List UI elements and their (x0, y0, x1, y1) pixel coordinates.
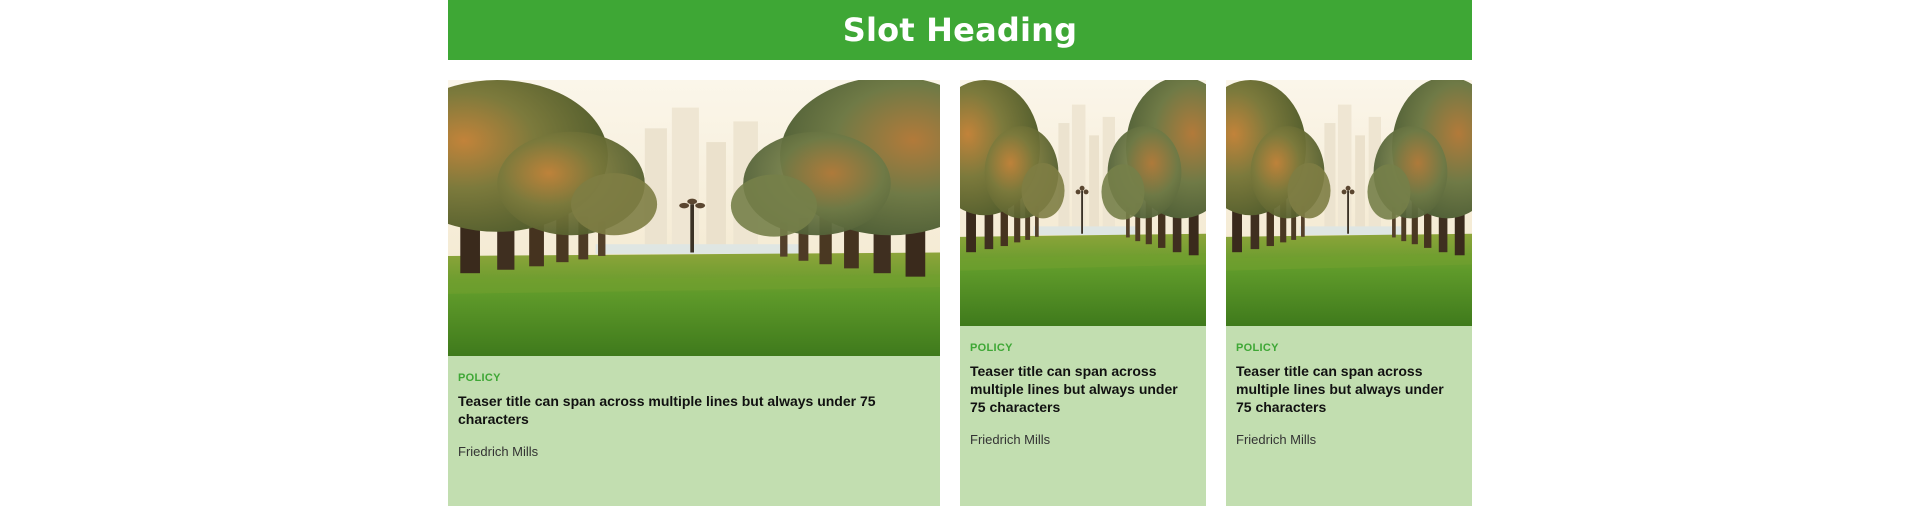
palm-avenue-image (448, 80, 940, 356)
teaser-title[interactable]: Teaser title can span across multiple li… (1236, 362, 1462, 416)
teaser-body: POLICY Teaser title can span across mult… (448, 372, 940, 459)
teaser-category[interactable]: POLICY (458, 372, 930, 384)
teaser-category[interactable]: POLICY (970, 342, 1196, 354)
teaser-image[interactable] (448, 80, 940, 356)
teaser-body: POLICY Teaser title can span across mult… (1226, 342, 1472, 447)
palm-avenue-image (960, 80, 1206, 326)
teaser-title[interactable]: Teaser title can span across multiple li… (458, 392, 930, 428)
teaser-category[interactable]: POLICY (1236, 342, 1462, 354)
teaser-author: Friedrich Mills (458, 444, 539, 459)
teaser-author: Friedrich Mills (970, 432, 1051, 447)
teaser-card-small[interactable]: POLICY Teaser title can span across mult… (1226, 80, 1472, 506)
teaser-author: Friedrich Mills (1236, 432, 1317, 447)
teaser-title[interactable]: Teaser title can span across multiple li… (970, 362, 1196, 416)
teaser-card-large[interactable]: POLICY Teaser title can span across mult… (448, 80, 940, 506)
slot-heading: Slot Heading (842, 11, 1078, 49)
content-slot: Slot Heading POLICY Teaser title can spa… (448, 0, 1472, 506)
teaser-image[interactable] (960, 80, 1206, 326)
palm-avenue-image (1226, 80, 1472, 326)
slot-heading-bar: Slot Heading (448, 0, 1472, 60)
teaser-card-small[interactable]: POLICY Teaser title can span across mult… (960, 80, 1206, 506)
teaser-body: POLICY Teaser title can span across mult… (960, 342, 1206, 447)
teaser-list: POLICY Teaser title can span across mult… (448, 80, 1472, 506)
teaser-image[interactable] (1226, 80, 1472, 326)
